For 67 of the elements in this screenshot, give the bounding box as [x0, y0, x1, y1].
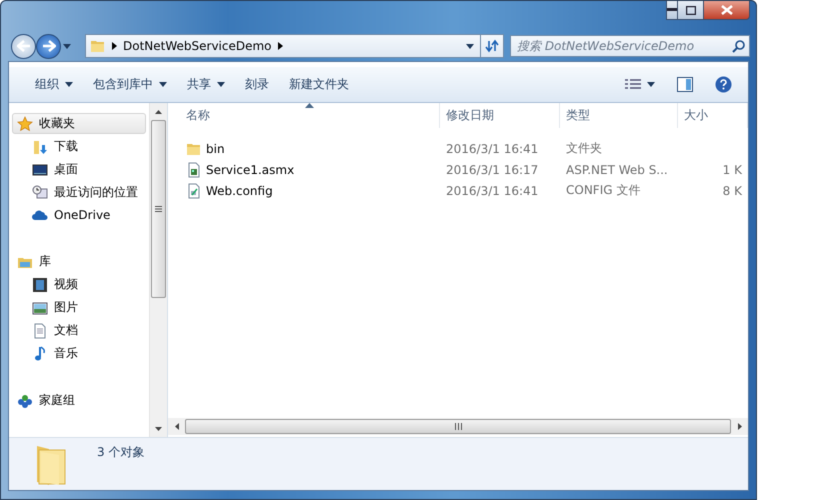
toolbar-button[interactable]: 共享 — [177, 72, 235, 97]
chevron-icon[interactable] — [278, 42, 283, 50]
status-text: 3 个对象 — [97, 444, 144, 461]
sidebar-item[interactable]: 收藏夹 — [12, 113, 146, 134]
sidebar-item[interactable]: OneDrive — [12, 205, 146, 225]
homegroup-icon — [17, 392, 33, 408]
sidebar-item[interactable]: 音乐 — [12, 343, 146, 364]
close-button[interactable] — [704, 1, 750, 20]
film-icon — [32, 276, 48, 292]
type-cell-text: CONFIG 文件 — [565, 182, 642, 199]
forward-button[interactable] — [36, 34, 61, 58]
chevron-icon[interactable] — [112, 42, 117, 50]
clock-screen-icon — [32, 184, 48, 200]
minimize-button[interactable] — [666, 1, 678, 20]
forward-arrow-icon — [42, 40, 56, 52]
desktop-icon — [32, 162, 48, 178]
breadcrumb[interactable]: DotNetWebServiceDemo — [123, 39, 272, 53]
maximize-icon — [686, 6, 696, 14]
caret-icon — [647, 82, 655, 87]
minimize-icon — [667, 8, 677, 12]
sidebar-item[interactable]: 库 — [12, 251, 146, 272]
refresh-icon — [485, 39, 499, 53]
date-cell-text: 2016/3/1 16:41 — [445, 142, 540, 156]
back-button[interactable] — [11, 34, 36, 58]
date-cell-text: 2016/3/1 16:41 — [445, 184, 540, 198]
toolbar-button[interactable]: 包含到库中 — [83, 72, 177, 97]
sidebar-item[interactable]: 文档 — [12, 320, 146, 341]
sidebar-item[interactable]: 桌面 — [12, 159, 146, 180]
download-icon — [32, 138, 48, 154]
search-field[interactable]: 搜索 DotNetWebServiceDemo — [510, 35, 750, 57]
size-cell-text: 8 K — [722, 184, 743, 198]
type-cell-text: ASP.NET Web S... — [565, 162, 669, 176]
list-view-icon — [625, 78, 641, 90]
help-icon — [715, 76, 732, 93]
close-icon — [720, 5, 732, 15]
scrollbar-thumb[interactable] — [185, 419, 731, 434]
caret-icon — [466, 44, 474, 48]
search-icon[interactable] — [732, 40, 745, 52]
preview-pane-icon — [677, 77, 693, 92]
toolbar-button[interactable]: 组织 — [25, 72, 83, 97]
star-icon — [17, 116, 33, 132]
sidebar-item[interactable]: 下载 — [12, 136, 146, 157]
type-cell-text: 文件夹 — [565, 140, 603, 157]
date-cell-text: 2016/3/1 16:17 — [445, 162, 540, 176]
back-arrow-icon — [16, 40, 30, 52]
web-file-icon — [186, 162, 202, 178]
music-note-icon — [32, 346, 48, 362]
address-bar[interactable]: DotNetWebServiceDemo — [85, 34, 481, 58]
folder-icon — [90, 38, 106, 54]
file-name-cell[interactable]: bin — [168, 140, 440, 156]
maximize-button[interactable] — [678, 1, 704, 20]
size-cell-text: 1 K — [722, 162, 743, 176]
refresh-button[interactable] — [480, 34, 504, 58]
history-dropdown[interactable] — [61, 44, 73, 48]
caret-icon — [63, 44, 71, 48]
scrollbar-thumb[interactable] — [151, 120, 166, 298]
toolbar-button[interactable]: 新建文件夹 — [279, 72, 359, 97]
sidebar-item[interactable]: 图片 — [12, 297, 146, 318]
file-name-cell[interactable]: Web.config — [168, 182, 440, 198]
picture-icon — [32, 300, 48, 316]
toolbar-button[interactable]: 刻录 — [235, 72, 279, 97]
sidebar-item[interactable]: 最近访问的位置 — [12, 182, 146, 203]
file-name-cell[interactable]: Service1.asmx — [168, 162, 440, 178]
sidebar-item[interactable]: 视频 — [12, 274, 146, 295]
document-icon — [32, 322, 48, 338]
sidebar-item[interactable]: 家庭组 — [12, 390, 146, 411]
config-file-icon — [186, 182, 202, 198]
